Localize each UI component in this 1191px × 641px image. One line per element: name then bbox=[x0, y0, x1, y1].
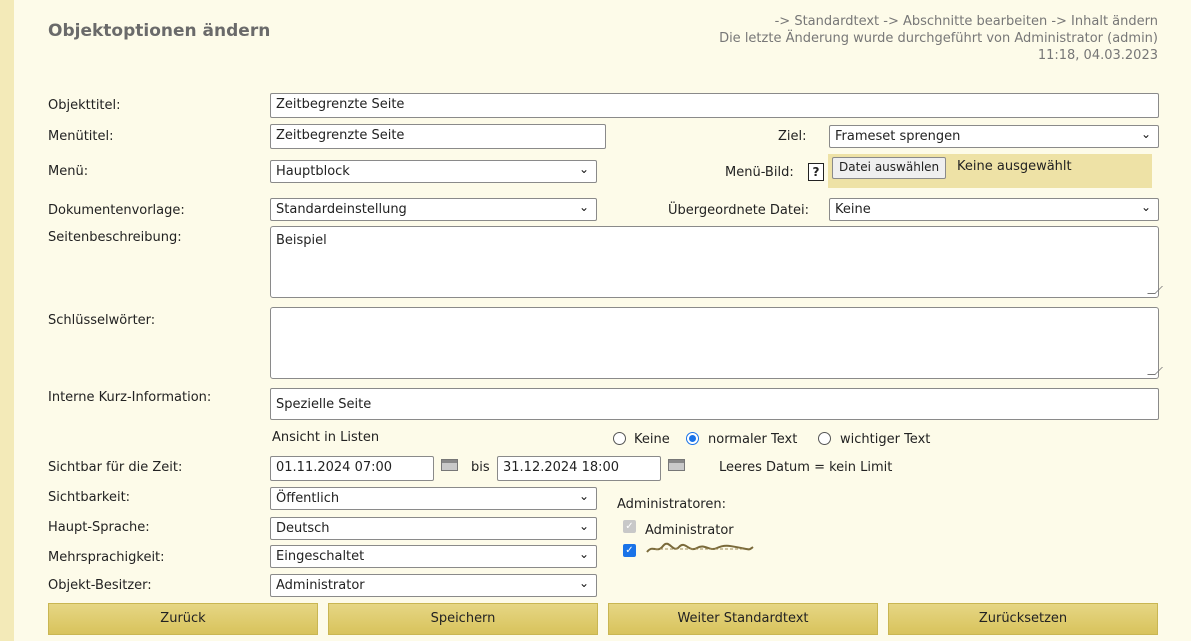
chevron-down-icon: ⌄ bbox=[578, 576, 589, 590]
dokumentenvorlage-label: Dokumentenvorlage: bbox=[48, 203, 185, 218]
date-hint: Leeres Datum = kein Limit bbox=[719, 460, 893, 475]
file-select-button[interactable]: Datei auswählen bbox=[832, 157, 947, 179]
back-button[interactable]: Zurück bbox=[48, 603, 318, 635]
uebergeordnete-datei-label: Übergeordnete Datei: bbox=[668, 203, 809, 218]
radio-wichtiger-text-label: wichtiger Text bbox=[840, 432, 931, 447]
date-from-input[interactable]: 01.11.2024 07:00 bbox=[270, 456, 434, 481]
mehrsprachigkeit-label: Mehrsprachigkeit: bbox=[48, 550, 165, 565]
chevron-down-icon: ⌄ bbox=[578, 200, 589, 214]
calendar-icon[interactable] bbox=[668, 459, 685, 471]
uebergeordnete-datei-select[interactable]: Keine ⌄ bbox=[829, 198, 1159, 221]
chevron-down-icon: ⌄ bbox=[578, 162, 589, 176]
mehrsprachigkeit-value: Eingeschaltet bbox=[276, 549, 365, 564]
date-to-input[interactable]: 31.12.2024 18:00 bbox=[497, 456, 661, 481]
ziel-value: Frameset sprengen bbox=[835, 129, 961, 144]
radio-wichtiger-text[interactable] bbox=[818, 432, 831, 445]
ziel-label: Ziel: bbox=[778, 129, 807, 144]
radio-normaler-text[interactable] bbox=[686, 432, 699, 445]
last-change-text: Die letzte Änderung wurde durchgeführt v… bbox=[719, 31, 1158, 46]
mehrsprachigkeit-select[interactable]: Eingeschaltet ⌄ bbox=[270, 545, 597, 568]
chevron-down-icon: ⌄ bbox=[1140, 127, 1151, 141]
objekt-besitzer-label: Objekt-Besitzer: bbox=[48, 578, 152, 593]
haupt-sprache-value: Deutsch bbox=[276, 521, 330, 536]
save-button[interactable]: Speichern bbox=[328, 603, 598, 635]
resize-handle-icon[interactable] bbox=[1147, 286, 1163, 294]
radio-keine-label: Keine bbox=[634, 432, 670, 447]
objekt-besitzer-value: Administrator bbox=[276, 578, 365, 593]
schluesselwoerter-textarea[interactable] bbox=[270, 307, 1163, 379]
schluesselwoerter-label: Schlüsselwörter: bbox=[48, 313, 156, 328]
sichtbarkeit-label: Sichtbarkeit: bbox=[48, 490, 131, 505]
seitenbeschreibung-value: Beispiel bbox=[276, 233, 327, 248]
admin-checkbox-second[interactable]: ✓ bbox=[623, 544, 636, 557]
admin-name-administrator: Administrator bbox=[645, 523, 734, 538]
chevron-down-icon: ⌄ bbox=[578, 519, 589, 533]
file-upload-area: Datei auswählen Keine ausgewählt bbox=[828, 154, 1152, 188]
last-change-timestamp: 11:18, 04.03.2023 bbox=[1037, 48, 1158, 63]
page-title: Objektoptionen ändern bbox=[48, 21, 271, 41]
radio-keine[interactable] bbox=[613, 432, 626, 445]
help-icon[interactable]: ? bbox=[808, 163, 824, 181]
seitenbeschreibung-label: Seitenbeschreibung: bbox=[48, 230, 182, 245]
chevron-down-icon: ⌄ bbox=[578, 547, 589, 561]
calendar-icon[interactable] bbox=[441, 459, 458, 471]
menue-select[interactable]: Hauptblock ⌄ bbox=[270, 160, 597, 183]
bis-label: bis bbox=[471, 460, 490, 475]
ansicht-label: Ansicht in Listen bbox=[272, 430, 380, 445]
haupt-sprache-label: Haupt-Sprache: bbox=[48, 520, 150, 535]
sichtbarkeit-value: Öffentlich bbox=[276, 491, 340, 506]
left-border-stripe bbox=[0, 0, 14, 641]
sichtbar-zeit-label: Sichtbar für die Zeit: bbox=[48, 460, 183, 475]
objekt-besitzer-select[interactable]: Administrator ⌄ bbox=[270, 574, 597, 597]
header-info: -> Standardtext -> Abschnitte bearbeiten… bbox=[719, 13, 1158, 64]
uebergeordnete-datei-value: Keine bbox=[835, 202, 871, 217]
file-status-text: Keine ausgewählt bbox=[957, 159, 1072, 174]
sichtbarkeit-select[interactable]: Öffentlich ⌄ bbox=[270, 487, 597, 510]
interne-info-input[interactable]: Spezielle Seite bbox=[270, 388, 1159, 420]
breadcrumb: -> Standardtext -> Abschnitte bearbeiten… bbox=[774, 14, 1158, 29]
chevron-down-icon: ⌄ bbox=[578, 489, 589, 503]
reset-button[interactable]: Zurücksetzen bbox=[888, 603, 1158, 635]
haupt-sprache-select[interactable]: Deutsch ⌄ bbox=[270, 517, 597, 540]
interne-info-label: Interne Kurz-Information: bbox=[48, 390, 212, 405]
radio-normaler-text-label: normaler Text bbox=[708, 432, 798, 447]
obscured-name-scribble bbox=[646, 542, 754, 553]
resize-handle-icon[interactable] bbox=[1147, 367, 1163, 375]
objekttitel-input[interactable]: Zeitbegrenzte Seite bbox=[270, 93, 1159, 118]
ziel-select[interactable]: Frameset sprengen ⌄ bbox=[829, 125, 1159, 148]
admin-checkbox-administrator: ✓ bbox=[623, 520, 636, 533]
chevron-down-icon: ⌄ bbox=[1140, 200, 1151, 214]
menuetitel-label: Menütitel: bbox=[48, 129, 114, 144]
menue-bild-label: Menü-Bild: bbox=[725, 165, 794, 180]
next-button[interactable]: Weiter Standardtext bbox=[608, 603, 878, 635]
dokumentenvorlage-select[interactable]: Standardeinstellung ⌄ bbox=[270, 198, 597, 221]
menuetitel-input[interactable]: Zeitbegrenzte Seite bbox=[270, 124, 606, 149]
menue-value: Hauptblock bbox=[276, 164, 350, 179]
dokumentenvorlage-value: Standardeinstellung bbox=[276, 202, 407, 217]
objekttitel-label: Objekttitel: bbox=[48, 98, 121, 113]
seitenbeschreibung-textarea[interactable]: Beispiel bbox=[270, 226, 1163, 298]
menue-label: Menü: bbox=[48, 164, 89, 179]
administratoren-label: Administratoren: bbox=[617, 497, 726, 512]
